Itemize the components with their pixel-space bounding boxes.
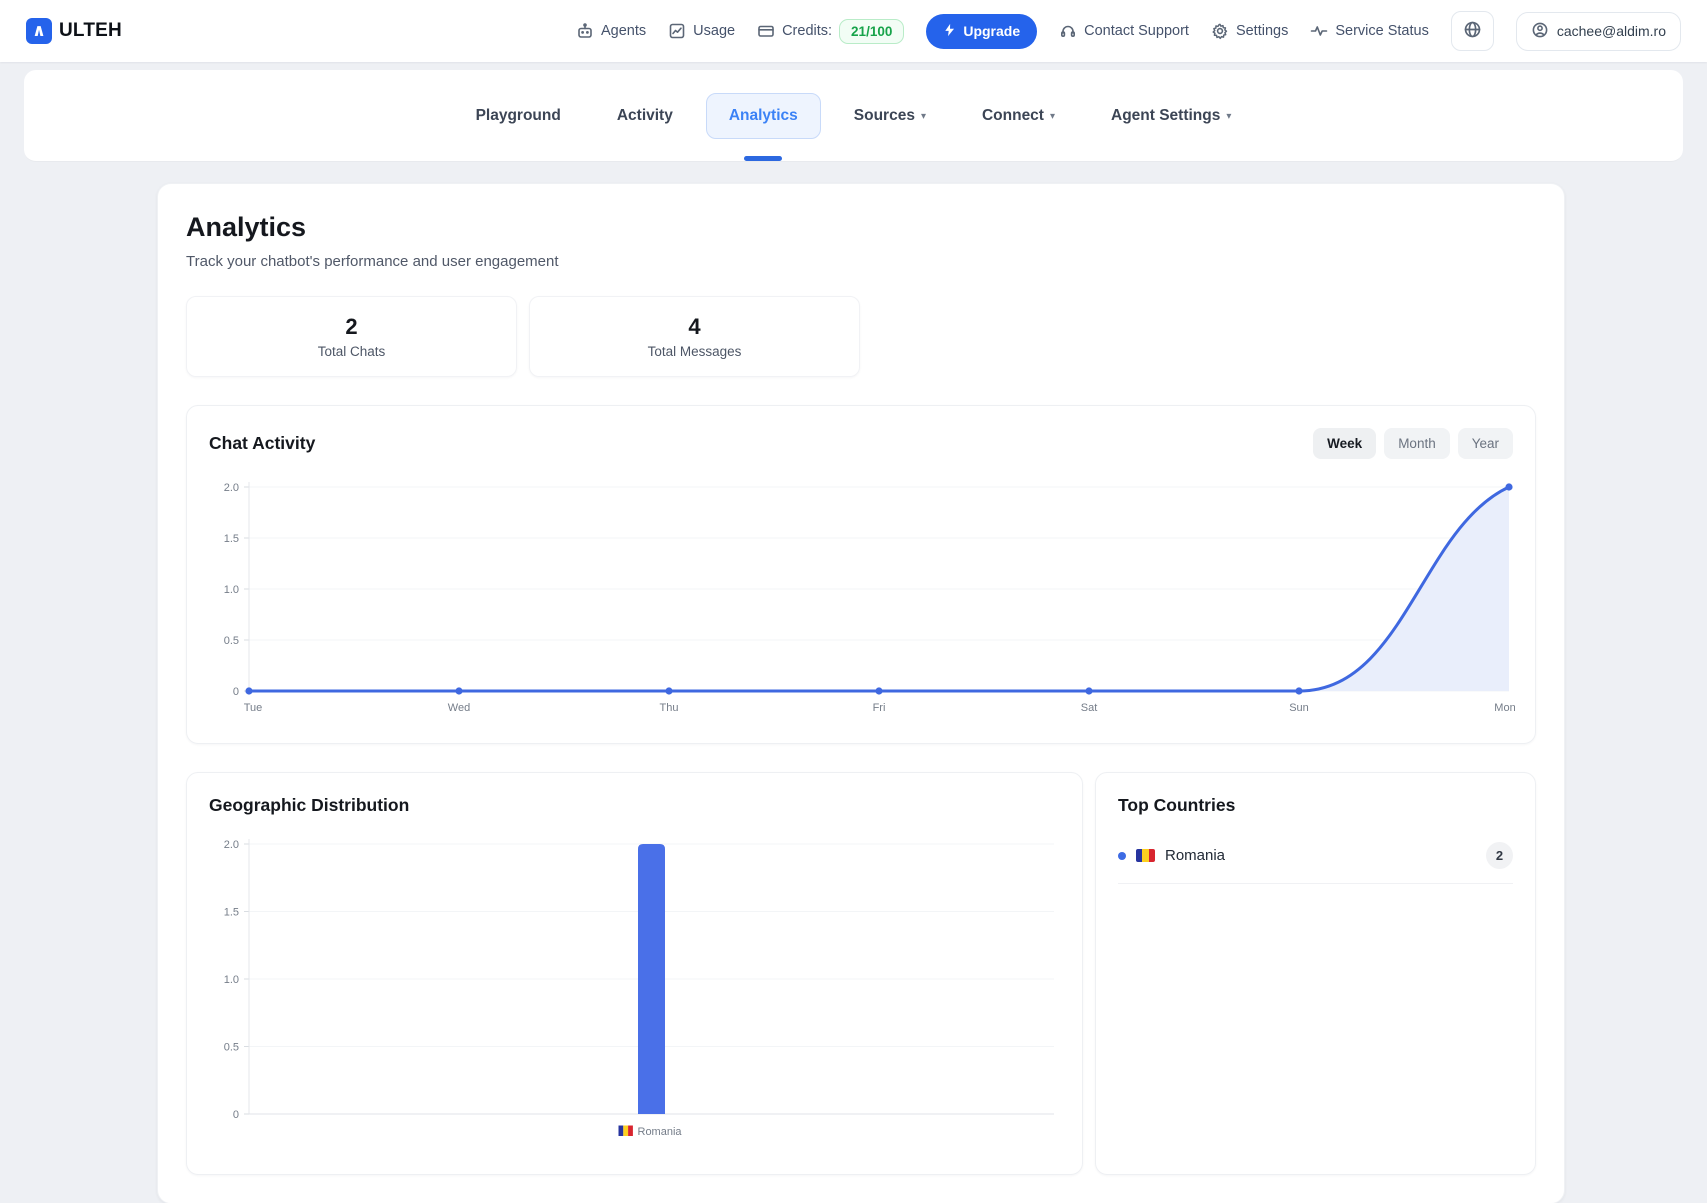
nav-settings[interactable]: Settings [1211, 22, 1288, 40]
svg-text:1.5: 1.5 [224, 533, 239, 545]
language-globe-button[interactable] [1451, 11, 1494, 51]
range-month-button[interactable]: Month [1384, 428, 1450, 459]
svg-text:Wed: Wed [448, 702, 470, 714]
robot-icon [576, 22, 594, 40]
svg-text:2.0: 2.0 [224, 839, 239, 851]
ulteh-logo-icon: ∧ [26, 18, 52, 44]
globe-icon [1463, 20, 1482, 42]
nav-service-status[interactable]: Service Status [1310, 22, 1429, 40]
stat-label: Total Chats [318, 344, 386, 359]
user-email: cachee@aldim.ro [1557, 23, 1666, 39]
upgrade-button[interactable]: Upgrade [926, 14, 1037, 49]
top-countries-card: Top Countries Romania 2 [1095, 772, 1536, 1175]
svg-text:0.5: 0.5 [224, 1042, 239, 1054]
country-list-item: Romania 2 [1118, 842, 1513, 884]
svg-text:0.5: 0.5 [224, 635, 239, 647]
stat-total-messages: 4 Total Messages [529, 296, 860, 377]
nav-usage[interactable]: Usage [668, 22, 735, 40]
pulse-icon [1310, 22, 1328, 40]
stats-row: 2 Total Chats 4 Total Messages [186, 296, 1536, 377]
credits-badge: 21/100 [839, 19, 904, 44]
analytics-panel: Analytics Track your chatbot's performan… [157, 183, 1565, 1203]
nav-agents[interactable]: Agents [576, 22, 646, 40]
chevron-down-icon: ▾ [1226, 111, 1231, 122]
bottom-row: Geographic Distribution 0 0.5 1.0 1.5 2.0 Rom… [186, 744, 1536, 1175]
svg-text:Tue: Tue [244, 702, 263, 714]
range-selector: Week Month Year [1313, 428, 1513, 459]
line-chart-icon [668, 22, 686, 40]
tab-agent-settings[interactable]: Agent Settings▾ [1088, 93, 1254, 139]
lightning-icon [943, 23, 956, 40]
country-name: Romania [1165, 847, 1225, 864]
brand-name: ULTEH [59, 20, 122, 42]
tab-sources[interactable]: Sources▾ [831, 93, 949, 139]
stat-value: 2 [345, 314, 357, 340]
nav-contact-support[interactable]: Contact Support [1059, 22, 1189, 40]
headset-icon [1059, 22, 1077, 40]
user-avatar-icon [1531, 21, 1549, 42]
geo-bar-chart: 0 0.5 1.0 1.5 2.0 Romania [209, 830, 1060, 1152]
stat-label: Total Messages [648, 344, 742, 359]
user-account-button[interactable]: cachee@aldim.ro [1516, 12, 1681, 51]
svg-text:2.0: 2.0 [224, 482, 239, 494]
svg-text:Thu: Thu [660, 702, 679, 714]
stat-value: 4 [688, 314, 700, 340]
agent-tabbar: Playground Activity Analytics Sources▾ C… [24, 70, 1683, 162]
credit-card-icon [757, 22, 775, 40]
page-title: Analytics [186, 212, 1536, 243]
top-navbar: ∧ ULTEH Agents Usage Credits: 21/100 Upg… [0, 0, 1707, 62]
chat-activity-title: Chat Activity [209, 433, 315, 454]
romania-flag-icon [1136, 849, 1155, 862]
svg-text:1.0: 1.0 [224, 584, 239, 596]
geographic-distribution-card: Geographic Distribution 0 0.5 1.0 1.5 2.0 Rom… [186, 772, 1083, 1175]
tab-activity[interactable]: Activity [594, 93, 696, 139]
svg-text:1.0: 1.0 [224, 974, 239, 986]
svg-text:0: 0 [233, 686, 239, 698]
chat-activity-card: Chat Activity Week Month Year 0 0.5 1.0 1.5… [186, 405, 1536, 744]
chevron-down-icon: ▾ [1050, 111, 1055, 122]
geo-title: Geographic Distribution [209, 795, 1060, 816]
bullet-dot-icon [1118, 852, 1126, 860]
chevron-down-icon: ▾ [921, 111, 926, 122]
svg-text:Romania: Romania [638, 1126, 683, 1138]
tab-connect[interactable]: Connect▾ [959, 93, 1078, 139]
page-subtitle: Track your chatbot's performance and use… [186, 253, 1536, 270]
svg-text:Mon: Mon [1494, 702, 1515, 714]
country-count-badge: 2 [1486, 842, 1513, 869]
chat-activity-line-chart: 0 0.5 1.0 1.5 2.0 Tue Wed Thu Fri Sat Sun Mon [209, 473, 1515, 721]
svg-text:Sat: Sat [1081, 702, 1098, 714]
gear-icon [1211, 22, 1229, 40]
tab-analytics[interactable]: Analytics [706, 93, 821, 139]
svg-text:0: 0 [233, 1109, 239, 1121]
svg-text:Sun: Sun [1289, 702, 1309, 714]
svg-text:Fri: Fri [873, 702, 886, 714]
range-week-button[interactable]: Week [1313, 428, 1376, 459]
navbar-links: Agents Usage Credits: 21/100 Upgrade Con… [576, 11, 1681, 51]
range-year-button[interactable]: Year [1458, 428, 1513, 459]
top-countries-title: Top Countries [1118, 795, 1513, 816]
stat-total-chats: 2 Total Chats [186, 296, 517, 377]
brand-logo-group[interactable]: ∧ ULTEH [26, 18, 122, 44]
nav-credits: Credits: 21/100 [757, 19, 904, 44]
svg-text:1.5: 1.5 [224, 907, 239, 919]
tab-playground[interactable]: Playground [453, 93, 584, 139]
